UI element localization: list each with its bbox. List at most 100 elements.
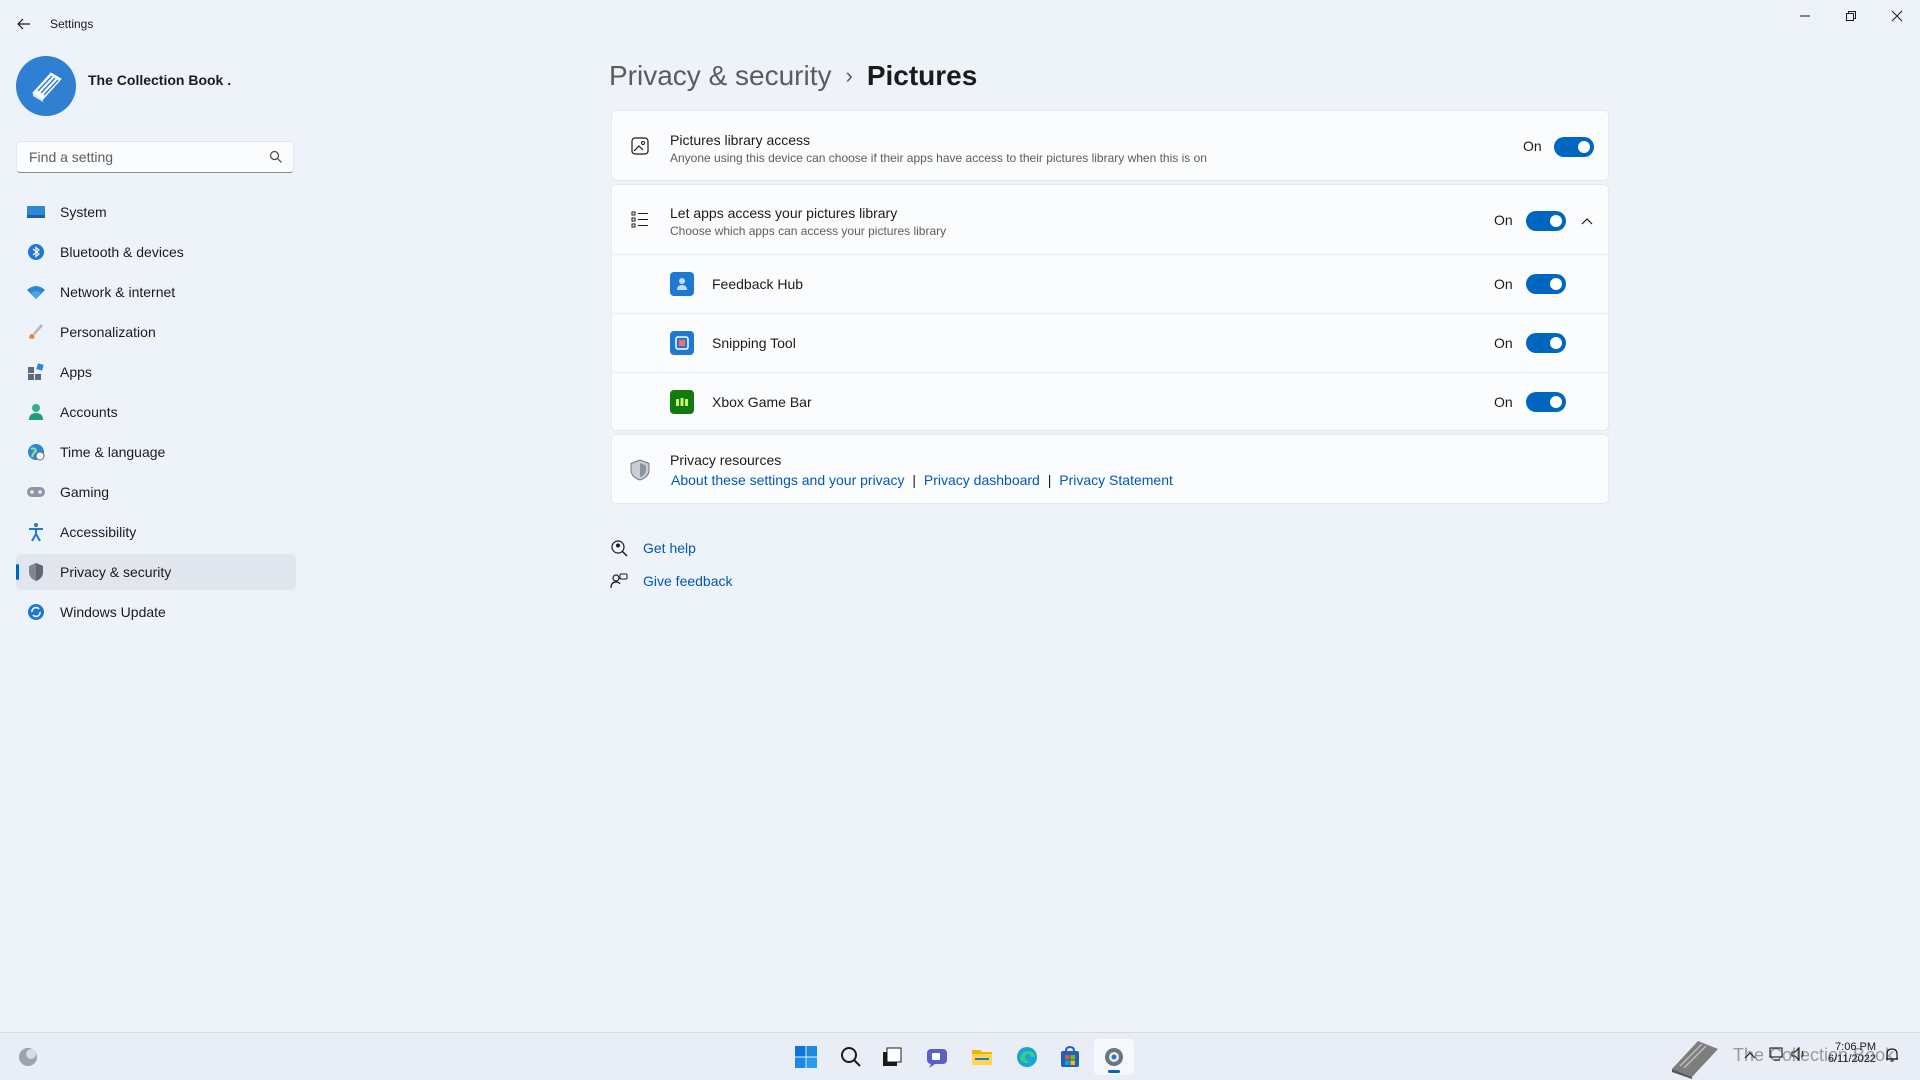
shield-icon [26, 562, 46, 582]
task-view-icon [883, 1047, 902, 1066]
give-feedback-row[interactable]: Give feedback [609, 569, 733, 593]
network-tray-icon[interactable] [1769, 1047, 1785, 1066]
sidebar-item-personalization[interactable]: Personalization [16, 314, 296, 350]
gamepad-icon [26, 482, 46, 502]
sidebar-item-label: Apps [60, 364, 92, 380]
sidebar-item-privacy-security[interactable]: Privacy & security [16, 554, 296, 590]
xbox-game-bar-icon [670, 390, 694, 414]
privacy-resources-title: Privacy resources [670, 452, 782, 468]
pictures-library-access-card: Pictures library access Anyone using thi… [611, 110, 1609, 181]
sidebar-item-gaming[interactable]: Gaming [16, 474, 296, 510]
sidebar-item-label: Network & internet [60, 284, 176, 300]
task-view-button[interactable] [872, 1039, 912, 1075]
app-row-feedback-hub: Feedback Hub On [612, 255, 1608, 313]
start-button[interactable] [786, 1039, 826, 1075]
widgets-button[interactable] [8, 1039, 48, 1075]
sidebar-item-label: Accounts [60, 404, 118, 420]
wifi-icon [26, 282, 46, 302]
person-icon [26, 402, 46, 422]
sidebar-nav: System Bluetooth & devices Network & int… [16, 194, 296, 634]
feedback-hub-toggle[interactable] [1526, 274, 1566, 294]
setting-description: Choose which apps can access your pictur… [670, 224, 947, 238]
app-row-xbox-game-bar: Xbox Game Bar On [612, 373, 1608, 431]
close-button[interactable] [1874, 2, 1920, 30]
watermark-logo [1668, 1035, 1722, 1080]
back-button[interactable] [10, 12, 38, 36]
get-help-link[interactable]: Get help [643, 540, 696, 556]
privacy-dashboard-link[interactable]: Privacy dashboard [924, 472, 1040, 488]
avatar[interactable] [16, 56, 76, 116]
globe-clock-icon [26, 442, 46, 462]
store-button[interactable] [1050, 1039, 1090, 1075]
system-icon [26, 202, 46, 222]
app-row-snipping-tool: Snipping Tool On [612, 314, 1608, 372]
give-feedback-link[interactable]: Give feedback [643, 573, 733, 589]
toggle-state-label: On [1523, 138, 1542, 154]
restore-button[interactable] [1828, 2, 1874, 30]
title-bar: Settings [0, 0, 1920, 48]
volume-tray-icon[interactable] [1791, 1046, 1807, 1066]
sidebar-item-accessibility[interactable]: Accessibility [16, 514, 296, 550]
app-name: Snipping Tool [712, 335, 796, 351]
search-input[interactable] [27, 148, 261, 166]
sidebar-item-bluetooth[interactable]: Bluetooth & devices [16, 234, 296, 270]
app-title: Settings [50, 17, 94, 31]
chat-button[interactable] [917, 1039, 957, 1075]
toggle-state-label: On [1494, 335, 1513, 351]
widgets-icon [19, 1048, 37, 1066]
setting-title: Let apps access your pictures library [670, 205, 898, 221]
sidebar-item-apps[interactable]: Apps [16, 354, 296, 390]
privacy-statement-link[interactable]: Privacy Statement [1059, 472, 1173, 488]
sidebar-item-label: Privacy & security [60, 564, 172, 580]
minimize-button[interactable] [1782, 2, 1828, 30]
sidebar-item-system[interactable]: System [16, 194, 296, 230]
edge-button[interactable] [1007, 1039, 1047, 1075]
chevron-up-icon[interactable] [1576, 210, 1598, 232]
brush-icon [26, 322, 46, 342]
pictures-library-access-toggle[interactable] [1554, 137, 1594, 157]
notification-bell-icon[interactable] [1884, 1047, 1900, 1068]
settings-window: Settings The Collection Book . System [0, 0, 1920, 1032]
sidebar-item-time-language[interactable]: Time & language [16, 434, 296, 470]
xbox-game-bar-toggle[interactable] [1526, 392, 1566, 412]
tray-clock[interactable]: 7:06 PM 6/11/2022 [1816, 1041, 1876, 1065]
settings-icon [1105, 1048, 1123, 1066]
sidebar-item-network[interactable]: Network & internet [16, 274, 296, 310]
breadcrumb: Privacy & security › Pictures [609, 56, 977, 96]
start-icon [795, 1046, 817, 1068]
sidebar-item-accounts[interactable]: Accounts [16, 394, 296, 430]
breadcrumb-parent[interactable]: Privacy & security [609, 60, 832, 92]
sidebar-item-label: Windows Update [60, 604, 166, 620]
apps-icon [26, 362, 46, 382]
tray-time: 7:06 PM [1835, 1041, 1876, 1053]
snipping-tool-toggle[interactable] [1526, 333, 1566, 353]
update-icon [26, 602, 46, 622]
let-apps-access-card: Let apps access your pictures library Ch… [611, 184, 1609, 431]
feedback-hub-icon [670, 272, 694, 296]
setting-title: Pictures library access [670, 132, 811, 148]
privacy-resources-card: Privacy resources About these settings a… [611, 434, 1609, 504]
chevron-up-icon[interactable] [1744, 1047, 1756, 1065]
minimize-icon [1800, 15, 1810, 17]
file-explorer-icon [972, 1050, 992, 1065]
selection-indicator [16, 564, 19, 580]
sidebar-item-label: Time & language [60, 444, 166, 460]
toggle-state-label: On [1494, 276, 1513, 292]
let-apps-access-toggle[interactable] [1526, 211, 1566, 231]
settings-taskbar-button[interactable] [1094, 1039, 1134, 1075]
get-help-row[interactable]: Get help [609, 536, 696, 560]
about-privacy-link[interactable]: About these settings and your privacy [671, 472, 904, 488]
search-box[interactable] [16, 141, 294, 173]
search-icon [269, 150, 283, 169]
sidebar-item-windows-update[interactable]: Windows Update [16, 594, 296, 630]
toggle-state-label: On [1494, 212, 1513, 228]
back-arrow-icon [17, 18, 30, 30]
taskbar-search-button[interactable] [831, 1039, 871, 1075]
snipping-tool-icon [670, 331, 694, 355]
profile-name: The Collection Book . [88, 72, 232, 88]
file-explorer-button[interactable] [962, 1039, 1002, 1075]
restore-icon [1846, 11, 1856, 21]
link-separator: | [912, 472, 916, 488]
chat-icon [927, 1049, 947, 1068]
book-watermark-icon [1672, 1041, 1718, 1079]
